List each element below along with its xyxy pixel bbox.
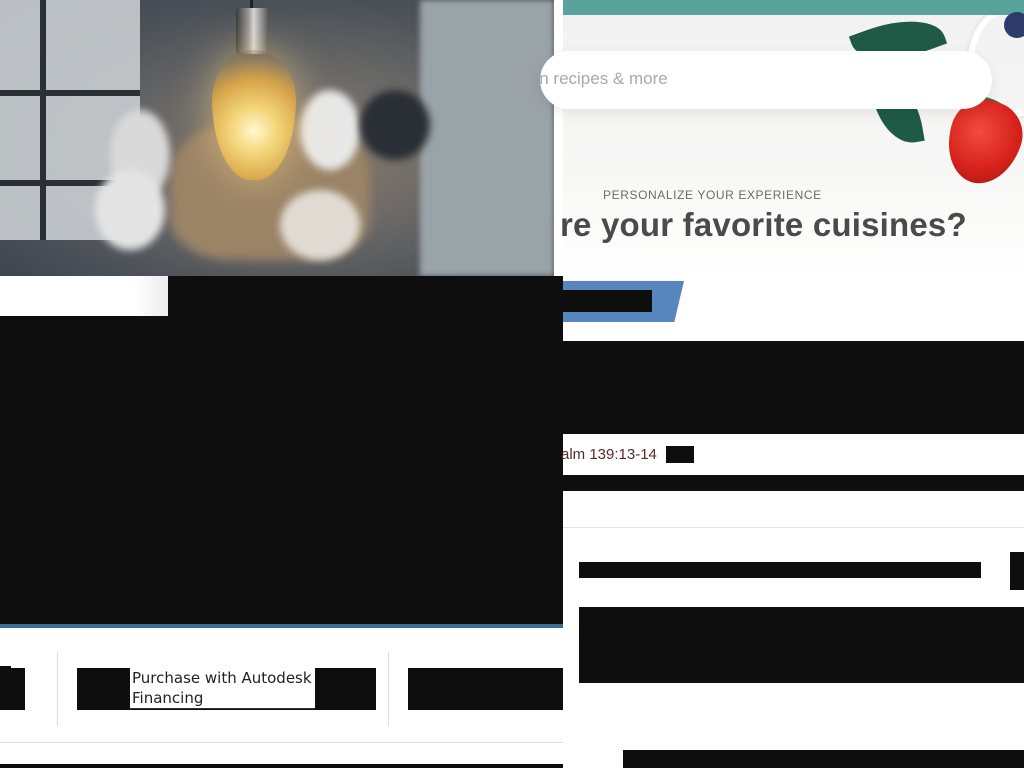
redacted-block	[623, 750, 1024, 768]
top-accent-bar	[563, 0, 1024, 15]
divider	[57, 652, 58, 726]
financing-label[interactable]: Purchase with Autodesk Financing	[130, 668, 315, 709]
hero-photo	[0, 0, 554, 276]
person	[95, 170, 165, 250]
divider	[563, 527, 1024, 528]
redacted-block	[666, 446, 694, 463]
nav-item[interactable]	[408, 668, 563, 710]
redacted-block	[579, 607, 1024, 683]
page-title: re your favorite cuisines?	[560, 206, 967, 243]
redacted-block	[0, 764, 563, 768]
person	[360, 90, 430, 160]
person	[280, 190, 360, 260]
redacted-block	[563, 341, 1024, 434]
tab-strip	[0, 276, 168, 316]
window-frame	[40, 0, 46, 240]
blueberry-icon	[1004, 12, 1024, 38]
person	[300, 90, 360, 170]
divider	[388, 652, 389, 726]
window-frame	[0, 90, 140, 96]
recipe-search-box[interactable]: ion recipes & more	[540, 51, 992, 109]
redacted-block	[563, 475, 1024, 491]
bright-window	[420, 0, 554, 276]
eyebrow-label: PERSONALIZE YOUR EXPERIENCE	[603, 188, 822, 202]
redacted-block	[1010, 552, 1024, 590]
scripture-reference: alm 139:13-14	[561, 446, 657, 463]
divider	[0, 742, 563, 743]
redacted-block	[563, 290, 652, 312]
redacted-block	[168, 276, 563, 316]
redacted-block	[579, 562, 981, 578]
nav-item[interactable]	[0, 668, 25, 710]
section-underline	[0, 624, 563, 628]
redacted-block	[0, 316, 563, 624]
search-input[interactable]: ion recipes & more	[540, 69, 668, 89]
financing-button[interactable]: Purchase with Autodesk Financing	[77, 668, 376, 710]
bulb-socket	[236, 8, 268, 54]
